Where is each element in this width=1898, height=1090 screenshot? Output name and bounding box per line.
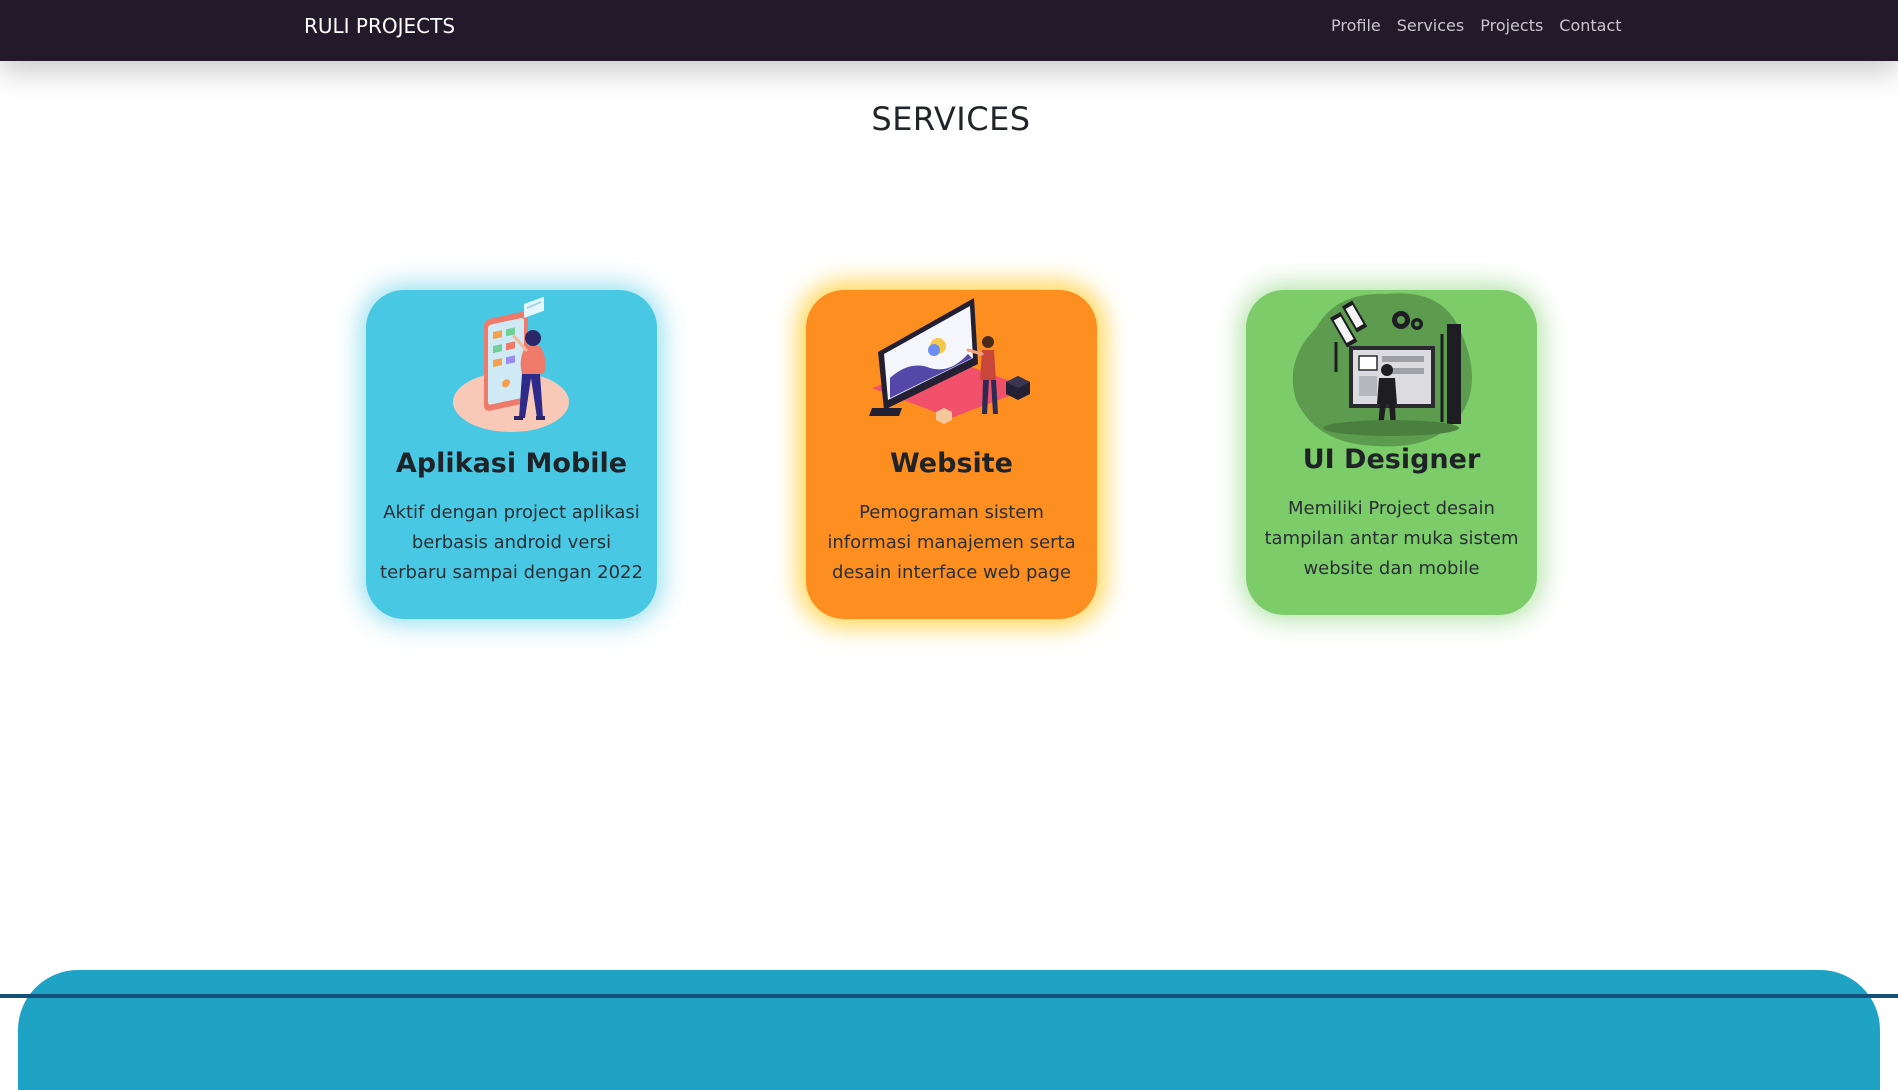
service-card-description: Pemograman sistem informasi manajemen se…	[827, 502, 1076, 583]
ui-designer-illustration-icon	[1292, 293, 1472, 447]
footer-wave	[18, 970, 1880, 1090]
website-illustration-icon	[869, 298, 1030, 424]
service-card-title: UI Designer	[1302, 444, 1481, 475]
nav-link-profile[interactable]: Profile	[1331, 16, 1381, 35]
service-card-ui-designer: UI Designer Memiliki Project desain tamp…	[1246, 290, 1537, 615]
nav-link-contact[interactable]: Contact	[1559, 16, 1621, 35]
service-card-website: Website Pemograman sistem informasi mana…	[806, 290, 1097, 619]
nav-links: Profile Services Projects Contact	[1331, 16, 1622, 35]
mobile-app-illustration-icon	[453, 296, 569, 432]
nav-link-projects[interactable]: Projects	[1480, 16, 1543, 35]
service-card-mobile: Aplikasi Mobile Aktif dengan project apl…	[366, 290, 657, 619]
footer-divider	[0, 994, 1898, 998]
service-card-title: Aplikasi Mobile	[395, 448, 628, 479]
brand-logo[interactable]: RULI PROJECTS	[304, 14, 455, 38]
nav-link-services[interactable]: Services	[1397, 16, 1464, 35]
service-card-description: Memiliki Project desain tampilan antar m…	[1264, 498, 1519, 579]
service-card-description: Aktif dengan project aplikasi berbasis a…	[380, 502, 643, 583]
section-title: SERVICES	[871, 100, 1031, 138]
navbar: RULI PROJECTS Profile Services Projects …	[0, 0, 1898, 61]
service-card-title: Website	[889, 448, 1013, 479]
